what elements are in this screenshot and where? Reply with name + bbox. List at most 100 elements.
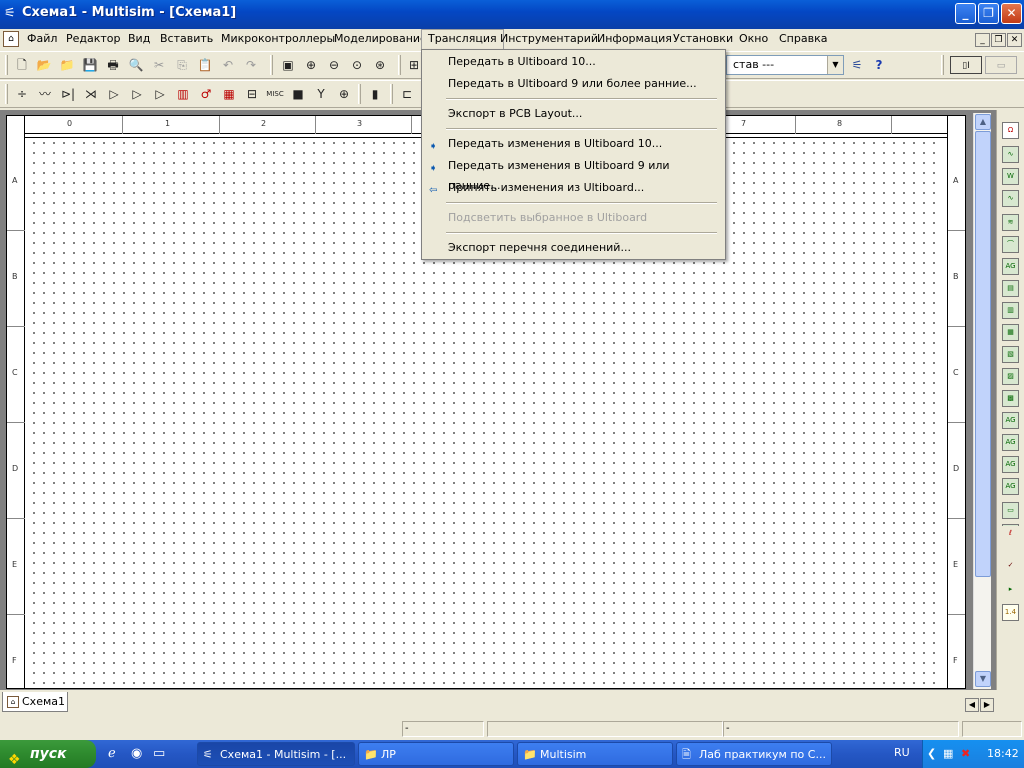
- ttl-icon[interactable]: ▷: [128, 85, 146, 103]
- diode-icon[interactable]: ⊳|: [59, 85, 77, 103]
- print-preview-icon[interactable]: 🔍: [127, 56, 145, 74]
- cmos-icon[interactable]: ▷: [151, 85, 169, 103]
- start-button[interactable]: ❖ пуск: [0, 740, 96, 768]
- menuitem-export-netlist[interactable]: Экспорт перечня соединений...: [424, 238, 723, 258]
- redo-icon[interactable]: ↷: [242, 56, 260, 74]
- minimize-button[interactable]: _: [955, 3, 976, 24]
- logic-analyzer-icon[interactable]: ▥: [1002, 302, 1019, 319]
- print-icon[interactable]: 🖶: [104, 56, 122, 74]
- media-player-icon[interactable]: ◉: [131, 746, 142, 761]
- menuitem-transfer-ultiboard10[interactable]: Передать в Ultiboard 10...: [424, 52, 723, 72]
- open-folder-icon[interactable]: 📂: [35, 56, 53, 74]
- distortion-analyzer-icon[interactable]: ▨: [1002, 368, 1019, 385]
- simulate-switch-icon[interactable]: ▯Ⅰ: [950, 56, 982, 74]
- menu-view[interactable]: Вид: [122, 29, 156, 49]
- menu-file[interactable]: Файл: [21, 29, 63, 49]
- document-icon[interactable]: ⌂: [3, 31, 19, 47]
- menu-help[interactable]: Справка: [773, 29, 833, 49]
- toolbar-grip[interactable]: [941, 55, 944, 75]
- mcu-icon[interactable]: ▮: [366, 85, 384, 103]
- menu-mcu[interactable]: Микроконтроллеры: [215, 29, 341, 49]
- network-analyzer-icon[interactable]: AG: [1002, 412, 1019, 429]
- zoom-out-icon[interactable]: ⊖: [325, 56, 343, 74]
- task-word-document[interactable]: 🗎 Лаб практикум по С...: [676, 742, 832, 766]
- menu-window[interactable]: Окно: [733, 29, 774, 49]
- expand-arrow-icon[interactable]: ▸: [1002, 582, 1019, 599]
- menu-simulate[interactable]: Моделирование: [328, 29, 433, 49]
- iv-analyzer-icon[interactable]: ▧: [1002, 346, 1019, 363]
- frequency-counter-icon[interactable]: AG: [1002, 258, 1019, 275]
- paste-icon[interactable]: 📋: [196, 56, 214, 74]
- menu-options[interactable]: Установки: [667, 29, 739, 49]
- internet-explorer-icon[interactable]: ℯ: [108, 746, 116, 761]
- zoom-fit-icon[interactable]: ⊛: [371, 56, 389, 74]
- expand-tray-icon[interactable]: ❮: [927, 747, 936, 760]
- spectrum-analyzer-icon[interactable]: ▩: [1002, 390, 1019, 407]
- mdi-close-button[interactable]: ✕: [1007, 33, 1022, 47]
- mdi-minimize-button[interactable]: _: [975, 33, 990, 47]
- open-sample-icon[interactable]: 📁: [58, 56, 76, 74]
- oscilloscope-icon[interactable]: ∿: [1002, 190, 1019, 207]
- agilent-oscilloscope-icon[interactable]: AG: [1002, 478, 1019, 495]
- new-file-icon[interactable]: 🗋: [13, 56, 31, 74]
- zoom-area-icon[interactable]: ⊙: [348, 56, 366, 74]
- advanced-peripherals-icon[interactable]: ■: [289, 85, 307, 103]
- scroll-thumb[interactable]: [975, 131, 991, 577]
- toolbar-grip[interactable]: [398, 55, 401, 75]
- close-button[interactable]: ✕: [1001, 3, 1022, 24]
- messenger-icon[interactable]: ▭: [153, 746, 165, 761]
- vertical-scrollbar[interactable]: ▲ ▼: [973, 113, 991, 689]
- task-folder-multisim[interactable]: 📁 Multisim: [517, 742, 673, 766]
- misc-digital-icon[interactable]: ▥: [174, 85, 192, 103]
- help-icon[interactable]: ?: [870, 56, 888, 74]
- misc-icon[interactable]: MISC: [266, 85, 284, 103]
- scroll-right-button[interactable]: ▶: [980, 698, 994, 712]
- function-generator-icon[interactable]: ∿: [1002, 146, 1019, 163]
- bode-plotter-icon[interactable]: ⌒: [1002, 236, 1019, 253]
- wattmeter-icon[interactable]: W: [1002, 168, 1019, 185]
- menu-edit[interactable]: Редактор: [60, 29, 127, 49]
- word-generator-icon[interactable]: ▤: [1002, 280, 1019, 297]
- analog-icon[interactable]: ▷: [105, 85, 123, 103]
- copy-icon[interactable]: ⎘: [173, 56, 191, 74]
- transistor-icon[interactable]: ⋊: [82, 85, 100, 103]
- menuitem-forward-changes-ultiboard10[interactable]: ➧ Передать изменения в Ultiboard 10...: [424, 134, 723, 154]
- toolbar-grip[interactable]: [390, 84, 393, 104]
- labview-icon[interactable]: ℓ: [1002, 526, 1019, 543]
- save-icon[interactable]: 💾: [81, 56, 99, 74]
- agilent-generator-icon[interactable]: AG: [1002, 434, 1019, 451]
- security-alert-icon[interactable]: ✖: [961, 747, 970, 760]
- menu-insert[interactable]: Вставить: [154, 29, 219, 49]
- scroll-left-button[interactable]: ◀: [965, 698, 979, 712]
- pause-switch-icon[interactable]: ▭: [985, 56, 1017, 74]
- component-wizard-icon[interactable]: ⚟: [848, 56, 866, 74]
- menu-transfer[interactable]: Трансляция: [421, 29, 504, 49]
- in-use-list-combo[interactable]: став --- ▼: [726, 55, 844, 75]
- electromechanical-icon[interactable]: ⊕: [335, 85, 353, 103]
- restore-button[interactable]: ❐: [978, 3, 999, 24]
- language-indicator[interactable]: RU: [894, 746, 910, 759]
- menuitem-highlight-ultiboard[interactable]: Подсветить выбранное в Ultiboard: [424, 208, 723, 228]
- cut-icon[interactable]: ✂: [150, 56, 168, 74]
- menu-reports[interactable]: Информация: [591, 29, 678, 49]
- tab-schema1[interactable]: ⌂ Схема1: [2, 692, 68, 712]
- resistor-icon[interactable]: 〰: [36, 85, 54, 103]
- task-folder-lr[interactable]: 📁 ЛР: [358, 742, 514, 766]
- network-icon[interactable]: ▦: [943, 747, 953, 760]
- scroll-up-button[interactable]: ▲: [975, 114, 991, 130]
- menuitem-transfer-ultiboard9[interactable]: Передать в Ultiboard 9 или более ранние.…: [424, 74, 723, 94]
- logic-converter-icon[interactable]: ▦: [1002, 324, 1019, 341]
- mixed-icon[interactable]: ♂: [197, 85, 215, 103]
- multimeter-icon[interactable]: Ω: [1002, 122, 1019, 139]
- menuitem-forward-changes-ultiboard9[interactable]: ➧ Передать изменения в Ultiboard 9 или ра…: [424, 156, 723, 192]
- tektronix-oscilloscope-icon[interactable]: ▭: [1002, 502, 1019, 519]
- current-probe-icon[interactable]: ✓: [1002, 558, 1019, 575]
- indicator-icon[interactable]: ▦: [220, 85, 238, 103]
- toolbar-grip[interactable]: [5, 84, 8, 104]
- source-icon[interactable]: ÷: [13, 85, 31, 103]
- four-channel-oscilloscope-icon[interactable]: ≋: [1002, 214, 1019, 231]
- toolbar-grip[interactable]: [5, 55, 8, 75]
- zoom-in-icon[interactable]: ⊕: [302, 56, 320, 74]
- chevron-down-icon[interactable]: ▼: [827, 56, 843, 74]
- mdi-restore-button[interactable]: ❐: [991, 33, 1006, 47]
